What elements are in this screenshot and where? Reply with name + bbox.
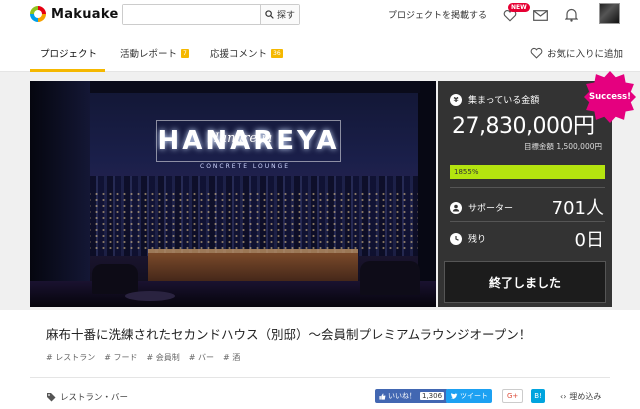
collected-amount: 27,830,000円 xyxy=(452,114,595,139)
window-frame-left xyxy=(30,81,90,307)
search-box: 探す xyxy=(122,4,300,25)
post-project-link[interactable]: プロジェクトを掲載する xyxy=(388,8,487,21)
category-label: レストラン・バー xyxy=(60,393,129,403)
remaining-row: 残り xyxy=(450,232,486,245)
neon-script-text: Hanareya xyxy=(208,131,273,146)
project-tabs: プロジェクト 活動レポート 7 応援コメント 36 お気に入りに追加 xyxy=(0,36,640,72)
hatena-label: B! xyxy=(534,392,542,400)
user-avatar[interactable] xyxy=(599,3,620,24)
clock-icon xyxy=(450,232,462,245)
divider xyxy=(30,377,610,378)
funding-percent: 1855% xyxy=(454,168,479,176)
yen-icon: ¥ xyxy=(450,93,462,106)
logo-text: Makuake xyxy=(51,6,119,22)
collected-row: ¥ 集まっている金額 xyxy=(450,93,539,106)
project-ended-label: 終了しました xyxy=(488,275,561,290)
project-ended-button[interactable]: 終了しました xyxy=(444,261,606,303)
collected-label: 集まっている金額 xyxy=(468,96,540,106)
tag-link[interactable]: # 会員制 xyxy=(147,352,180,363)
divider xyxy=(450,221,605,222)
ceiling xyxy=(90,81,420,93)
like-label: いいね！ xyxy=(388,392,416,400)
project-title: 麻布十番に洗練されたセカンドハウス（別邸）〜会員制プレミアムラウンジオープン！ xyxy=(46,327,532,342)
divider xyxy=(450,187,605,188)
window-frame-right xyxy=(418,81,436,307)
tag-link[interactable]: # フード xyxy=(104,352,137,363)
comments-count-badge: 36 xyxy=(271,48,283,58)
add-favorite-label: お気に入りに追加 xyxy=(547,49,624,60)
funding-progress-bar: 1855% xyxy=(450,165,605,179)
search-button-label: 探す xyxy=(276,11,295,21)
supporters-row: サポーター xyxy=(450,201,513,214)
tab-reports[interactable]: 活動レポート 7 xyxy=(120,46,189,60)
success-badge-text: Success! xyxy=(588,92,631,102)
neon-sub-text: CONCRETE LOUNGE xyxy=(200,163,291,170)
tab-project[interactable]: プロジェクト xyxy=(40,46,97,60)
tweet-label: ツイート xyxy=(460,392,488,400)
facebook-like-button[interactable]: いいね！ 1,306 xyxy=(375,389,449,403)
tweet-button[interactable]: ツイート xyxy=(446,389,492,403)
hatena-bookmark-button[interactable]: B! xyxy=(531,389,545,403)
notifications-button[interactable] xyxy=(561,5,581,25)
messages-button[interactable] xyxy=(530,5,550,25)
sofa-right xyxy=(360,261,420,295)
search-input[interactable] xyxy=(123,5,260,24)
makuake-logo-icon xyxy=(30,6,46,22)
header: Makuake 探す プロジェクトを掲載する NEW xyxy=(0,0,640,30)
remaining-days: 0日 xyxy=(574,230,604,251)
search-icon xyxy=(265,10,274,19)
tag-link[interactable]: # レストラン xyxy=(46,352,95,363)
twitter-icon xyxy=(450,392,458,399)
new-badge: NEW xyxy=(508,3,530,12)
tab-comments-label: 応援コメント xyxy=(210,49,268,60)
city-lights xyxy=(30,191,436,251)
thumbs-up-icon xyxy=(379,392,386,400)
makuake-logo[interactable]: Makuake xyxy=(30,6,119,22)
reports-count-badge: 7 xyxy=(181,48,189,58)
embed-label: 埋め込み xyxy=(569,392,602,401)
tag-link[interactable]: # バー xyxy=(189,352,214,363)
lounge-table xyxy=(125,291,175,301)
tab-comments[interactable]: 応援コメント 36 xyxy=(210,46,283,60)
like-count: 1,306 xyxy=(420,392,445,400)
remaining-label: 残り xyxy=(468,235,487,245)
supporters-label: サポーター xyxy=(468,204,514,214)
tag-link[interactable]: # 酒 xyxy=(223,352,240,363)
tag-icon xyxy=(47,393,56,402)
mail-icon xyxy=(532,9,548,21)
tag-list: # レストラン # フード # 会員制 # バー # 酒 xyxy=(46,352,240,363)
project-hero-image: HANAREYA Hanareya CONCRETE LOUNGE xyxy=(30,81,436,307)
goal-amount: 目標金額 1,500,000円 xyxy=(523,142,602,151)
heart-outline-icon xyxy=(530,47,543,59)
search-button[interactable]: 探す xyxy=(260,5,299,24)
google-plus-button[interactable]: G+ xyxy=(502,389,524,403)
tab-project-label: プロジェクト xyxy=(40,49,98,60)
category-link[interactable]: レストラン・バー xyxy=(46,391,128,403)
tab-reports-label: 活動レポート xyxy=(120,49,178,60)
sofa-left xyxy=(92,264,138,294)
person-icon xyxy=(450,201,462,214)
embed-button[interactable]: ‹› 埋め込み xyxy=(560,391,601,402)
code-icon: ‹› xyxy=(560,392,567,401)
google-plus-label: G+ xyxy=(507,392,519,400)
funding-panel: ¥ 集まっている金額 27,830,000円 目標金額 1,500,000円 1… xyxy=(438,81,612,307)
supporters-count: 701人 xyxy=(551,198,604,219)
bell-icon xyxy=(564,8,578,22)
add-favorite-button[interactable]: お気に入りに追加 xyxy=(530,46,623,60)
